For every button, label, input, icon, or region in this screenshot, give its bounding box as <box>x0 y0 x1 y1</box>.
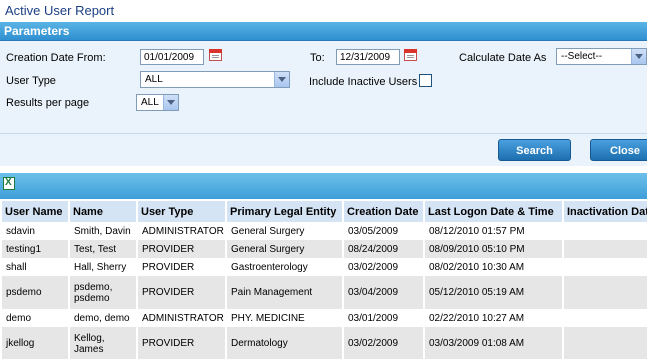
table-header-row: User Name Name User Type Primary Legal E… <box>2 201 647 222</box>
table-cell: 08/02/2010 10:30 AM <box>424 258 564 276</box>
table-cell: psdemo <box>2 276 70 309</box>
report-title-bar: Active User Report <box>0 0 647 22</box>
chevron-down-icon <box>163 95 178 110</box>
column-header[interactable]: Last Logon Date & Time <box>424 201 564 222</box>
table-cell: demo <box>2 309 70 327</box>
table-cell: General Surgery <box>226 222 344 240</box>
include-inactive-checkbox[interactable] <box>419 74 432 87</box>
user-type-label: User Type <box>6 75 56 87</box>
table-cell: PROVIDER <box>137 240 227 258</box>
close-button[interactable]: Close <box>590 139 647 161</box>
table-cell: jkellog <box>2 327 70 359</box>
creation-date-from-label: Creation Date From: <box>6 52 106 64</box>
table-cell: PHY. MEDICINE <box>226 309 344 327</box>
table-cell: sdavin <box>2 222 70 240</box>
table-cell: 02/22/2010 10:27 AM <box>424 309 564 327</box>
table-cell: Test, Test <box>69 240 138 258</box>
table-cell <box>563 309 647 327</box>
table-cell: shall <box>2 258 70 276</box>
table-cell: 08/09/2010 05:10 PM <box>424 240 564 258</box>
table-cell: Kellog, James <box>69 327 138 359</box>
results-per-page-label: Results per page <box>6 97 90 109</box>
table-cell <box>563 258 647 276</box>
calendar-icon[interactable] <box>404 49 417 61</box>
results-per-page-select[interactable]: ALL <box>136 94 179 111</box>
table-cell: 03/02/2009 <box>343 327 425 359</box>
table-row[interactable]: psdemo psdemo, psdemo PROVIDER Pain Mana… <box>2 276 647 309</box>
creation-date-from-input[interactable] <box>140 49 204 65</box>
table-cell: 05/12/2010 05:19 AM <box>424 276 564 309</box>
chevron-down-icon <box>274 72 289 87</box>
calculate-date-as-select[interactable]: --Select-- <box>556 48 647 65</box>
calculate-date-as-value: --Select-- <box>561 51 603 62</box>
column-header[interactable]: User Name <box>2 201 70 222</box>
parameters-header: Parameters <box>0 22 647 41</box>
column-header[interactable]: Creation Date <box>343 201 425 222</box>
results-per-page-value: ALL <box>141 97 159 108</box>
calculate-date-as-label: Calculate Date As <box>459 52 547 64</box>
search-button[interactable]: Search <box>498 139 571 161</box>
table-cell: Dermatology <box>226 327 344 359</box>
button-bar: Search Close <box>0 133 647 166</box>
include-inactive-label: Include Inactive Users <box>309 76 418 88</box>
table-cell: demo, demo <box>69 309 138 327</box>
table-cell: 03/04/2009 <box>343 276 425 309</box>
chevron-down-icon <box>631 49 646 64</box>
table-cell <box>563 240 647 258</box>
to-date-label: To: <box>310 52 325 64</box>
user-report-table: User Name Name User Type Primary Legal E… <box>2 201 647 359</box>
table-row[interactable]: testing1 Test, Test PROVIDER General Sur… <box>2 240 647 258</box>
calendar-icon[interactable] <box>209 49 222 61</box>
to-date-input[interactable] <box>336 49 400 65</box>
table-row[interactable]: sdavin Smith, Davin ADMINISTRATOR Genera… <box>2 222 647 240</box>
table-cell: ADMINISTRATOR <box>137 309 227 327</box>
table-cell: 03/01/2009 <box>343 309 425 327</box>
column-header[interactable]: Inactivation Date <box>563 201 647 222</box>
table-cell: 03/02/2009 <box>343 258 425 276</box>
user-type-value: ALL <box>145 74 163 85</box>
table-cell <box>563 222 647 240</box>
parameters-title: Parameters <box>4 24 70 38</box>
table-cell: Smith, Davin <box>69 222 138 240</box>
results-toolbar <box>0 173 647 199</box>
table-cell: 08/24/2009 <box>343 240 425 258</box>
table-cell: ADMINISTRATOR <box>137 222 227 240</box>
table-row[interactable]: jkellog Kellog, James PROVIDER Dermatolo… <box>2 327 647 359</box>
table-cell: Pain Management <box>226 276 344 309</box>
parameters-panel: Creation Date From: To: Calculate Date A… <box>0 41 647 133</box>
table-row[interactable]: demo demo, demo ADMINISTRATOR PHY. MEDIC… <box>2 309 647 327</box>
page-title: Active User Report <box>5 3 115 18</box>
table-cell: 08/12/2010 01:57 PM <box>424 222 564 240</box>
table-cell <box>563 327 647 359</box>
table-cell: PROVIDER <box>137 258 227 276</box>
table-cell <box>563 276 647 309</box>
table-cell: 03/03/2009 01:08 AM <box>424 327 564 359</box>
table-cell: psdemo, psdemo <box>69 276 138 309</box>
table-cell: Gastroenterology <box>226 258 344 276</box>
table-cell: 03/05/2009 <box>343 222 425 240</box>
results-separator <box>0 166 647 173</box>
table-cell: PROVIDER <box>137 276 227 309</box>
column-header[interactable]: Name <box>69 201 138 222</box>
user-type-select[interactable]: ALL <box>140 71 290 88</box>
table-cell: General Surgery <box>226 240 344 258</box>
column-header[interactable]: User Type <box>137 201 227 222</box>
table-cell: PROVIDER <box>137 327 227 359</box>
table-row[interactable]: shall Hall, Sherry PROVIDER Gastroentero… <box>2 258 647 276</box>
excel-export-icon[interactable] <box>3 177 15 190</box>
column-header[interactable]: Primary Legal Entity <box>226 201 344 222</box>
table-cell: Hall, Sherry <box>69 258 138 276</box>
table-cell: testing1 <box>2 240 70 258</box>
